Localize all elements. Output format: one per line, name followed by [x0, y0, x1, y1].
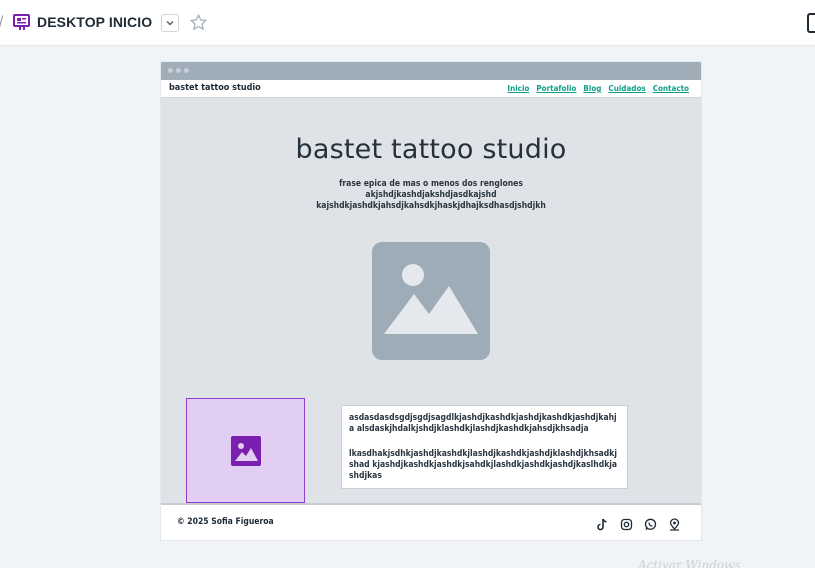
hero-title[interactable]: bastet tattoo studio [161, 134, 701, 165]
text-paragraph-2: lkasdhakjsdhkjashdjkashdkjlashdjkashdkja… [349, 449, 618, 481]
nav-link-blog[interactable]: Blog [583, 84, 601, 93]
browser-bar [161, 62, 701, 80]
nav-link-contacto[interactable]: Contacto [653, 84, 689, 93]
window-dot [176, 68, 181, 73]
text-paragraph-1: asdasdasdsgdjsgdjsagdlkjashdjkashdkjashd… [349, 413, 617, 434]
title-dropdown-button[interactable] [161, 14, 179, 32]
footer-copyright: © 2025 Sofia Figueroa [177, 517, 274, 527]
os-watermark: Activar Windows [638, 558, 741, 568]
site-footer: © 2025 Sofia Figueroa [161, 503, 701, 540]
location-pin-icon[interactable] [668, 516, 681, 531]
nav-link-cuidados[interactable]: Cuidados [608, 84, 645, 93]
instagram-icon[interactable] [620, 516, 633, 531]
site-navbar: bastet tattoo studio Inicio Portafolio B… [161, 80, 701, 98]
nav-link-inicio[interactable]: Inicio [507, 84, 529, 93]
top-toolbar: / DESKTOP INICIO [0, 0, 815, 46]
selected-image-placeholder[interactable] [186, 398, 305, 503]
whatsapp-icon[interactable] [644, 516, 657, 530]
site-brand[interactable]: bastet tattoo studio [169, 83, 261, 93]
social-links [596, 516, 681, 531]
desktop-frame[interactable]: bastet tattoo studio Inicio Portafolio B… [161, 62, 701, 540]
page-title[interactable]: DESKTOP INICIO [37, 14, 152, 30]
image-icon [231, 436, 261, 466]
star-icon[interactable] [189, 13, 208, 32]
window-dots [168, 68, 189, 73]
image-icon [384, 264, 478, 334]
window-dot [184, 68, 189, 73]
hero-subtitle[interactable]: frase epica de mas o menos dos renglones… [276, 179, 586, 212]
nav-links: Inicio Portafolio Blog Cuidados Contacto [507, 84, 689, 93]
breadcrumb-separator: / [0, 14, 3, 30]
nav-link-portafolio[interactable]: Portafolio [536, 84, 576, 93]
text-card[interactable]: asdasdasdsgdjsgdjsagdlkjashdjkashdkjashd… [341, 405, 628, 489]
window-dot [168, 68, 173, 73]
tiktok-icon[interactable] [596, 516, 609, 531]
chevron-down-icon [166, 20, 174, 26]
panel-icon[interactable] [807, 13, 815, 33]
frame-icon[interactable] [13, 14, 30, 31]
hero-image-placeholder[interactable] [372, 242, 490, 360]
